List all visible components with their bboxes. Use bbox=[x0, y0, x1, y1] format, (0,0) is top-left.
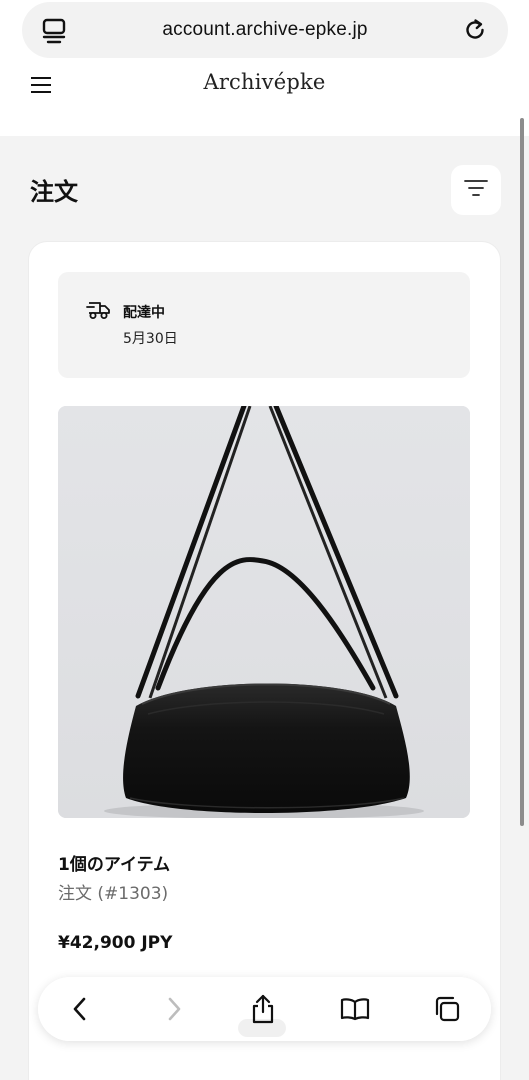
scrollbar[interactable] bbox=[520, 118, 524, 826]
product-image[interactable] bbox=[58, 406, 470, 818]
order-card[interactable]: 配達中 5月30日 1個のアイテム 注文 (#1303) ¥42,900 JPY bbox=[29, 242, 500, 1080]
back-icon[interactable] bbox=[64, 993, 96, 1025]
order-total: ¥42,900 JPY bbox=[58, 933, 173, 953]
status-label: 配達中 bbox=[123, 305, 165, 321]
bookmarks-icon[interactable] bbox=[339, 993, 371, 1025]
filter-button[interactable] bbox=[451, 165, 501, 215]
page: account.archive-epke.jp Archivépke 注文 配達… bbox=[0, 0, 529, 1080]
home-indicator bbox=[238, 1019, 286, 1037]
reload-icon[interactable] bbox=[462, 17, 488, 43]
filter-icon bbox=[464, 179, 488, 201]
forward-icon[interactable] bbox=[158, 993, 190, 1025]
brand-logo[interactable]: Archivépke bbox=[0, 70, 529, 94]
item-count: 1個のアイテム bbox=[58, 855, 171, 875]
address-bar[interactable]: account.archive-epke.jp bbox=[22, 2, 508, 58]
tabs-icon[interactable] bbox=[431, 993, 463, 1025]
tabs-overview-icon[interactable] bbox=[42, 18, 66, 44]
status-date: 5月30日 bbox=[123, 331, 178, 347]
url-text[interactable]: account.archive-epke.jp bbox=[162, 19, 367, 41]
order-number: 注文 (#1303) bbox=[58, 884, 169, 904]
site-header: Archivépke bbox=[0, 58, 529, 110]
page-title: 注文 bbox=[30, 178, 78, 206]
delivery-truck-icon bbox=[86, 299, 112, 321]
browser-top-area: account.archive-epke.jp Archivépke bbox=[0, 0, 529, 136]
delivery-status: 配達中 5月30日 bbox=[58, 272, 470, 378]
